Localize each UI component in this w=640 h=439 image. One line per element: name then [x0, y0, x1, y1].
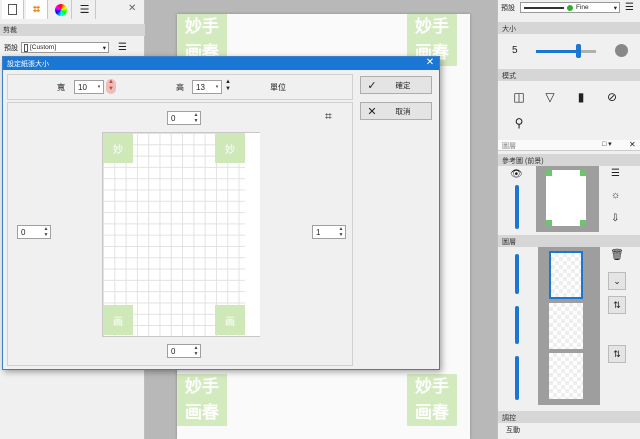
list-icon[interactable]: ☰	[625, 2, 634, 13]
stamp-bottom-right: 妙手画春	[407, 374, 457, 426]
size-header: 大小	[498, 22, 640, 34]
tab-menu[interactable]: ☰	[74, 0, 96, 19]
width-value: 10	[78, 82, 87, 92]
margin-top-value: 0	[171, 113, 176, 123]
stamp-bottom-left: 妙手画春	[177, 374, 227, 426]
close-icon: ✕	[367, 105, 377, 118]
mode-header: 模式	[498, 69, 640, 81]
unit-label: 單位	[270, 83, 286, 92]
trash-icon[interactable]: 🗑	[610, 248, 624, 261]
margin-bottom-input[interactable]: 0 ▲ ▼	[167, 344, 201, 358]
brush-stroke-icon	[524, 6, 564, 9]
layers-header: 圖層	[498, 235, 640, 247]
stepper-icon[interactable]: ▲ ▼	[337, 226, 345, 238]
chevron-down-icon: ▾	[102, 45, 106, 52]
layer-thumbnail-1[interactable]	[549, 251, 583, 299]
grid-right-margin	[245, 133, 260, 336]
tab-document[interactable]	[2, 0, 24, 19]
layers-tabbar: 圖層 □ ▾ ✕	[498, 140, 640, 151]
layer-thumbnail-3[interactable]	[549, 353, 583, 399]
fill-bucket-icon[interactable]: ▽	[541, 88, 559, 106]
opacity-slider[interactable]	[515, 185, 519, 229]
margin-right-input[interactable]: 1 ▲ ▼	[312, 225, 346, 239]
stepper-icon[interactable]: ▲ ▼	[192, 345, 200, 357]
interactive-label: 互動	[506, 427, 520, 434]
brush-size-preview	[615, 44, 628, 57]
green-dot-icon	[567, 4, 573, 11]
height-stepper[interactable]: ▲ ▼	[224, 79, 232, 93]
height-input[interactable]: 13 ▾	[192, 80, 222, 94]
tab-color[interactable]	[50, 0, 72, 19]
brush-select[interactable]: Fine ▾	[520, 2, 620, 13]
width-label: 寬	[57, 83, 65, 92]
layer-opacity-slider-3[interactable]	[515, 356, 519, 400]
size-slider-thumb[interactable]	[576, 44, 581, 58]
close-icon[interactable]: ✕	[423, 57, 437, 70]
paper-size-dialog: 設定紙張大小 ✕ 寬 10 ▾ ▲ ▼ 高 13 ▾ ▲ ▼ 單位 ✓ 確定 ✕ 取消 ⌗ …	[2, 56, 440, 370]
import-icon[interactable]: ⇩	[611, 213, 619, 224]
layer-opacity-slider-1[interactable]	[515, 254, 519, 294]
tab-crop[interactable]: ⌗	[26, 0, 48, 19]
height-value: 13	[196, 82, 205, 92]
eye-icon[interactable]: 👁	[510, 169, 523, 180]
close-icon[interactable]: ✕	[128, 3, 136, 14]
margin-left-input[interactable]: 0 ▲ ▼	[17, 225, 51, 239]
margin-top-input[interactable]: 0 ▲ ▼	[167, 111, 201, 125]
chevron-down-icon: ▾	[97, 84, 101, 90]
menu-icon: ☰	[79, 4, 90, 16]
spray-icon[interactable]: ▮	[572, 88, 590, 106]
preset-select[interactable]: [Custom] ▾	[21, 42, 109, 53]
reference-header: 參考圖 (前景)	[498, 154, 640, 166]
brush-quality: Fine	[576, 4, 589, 11]
stamp-bottom-left: 画	[103, 305, 133, 335]
color-wheel-icon	[54, 3, 67, 16]
ok-button[interactable]: ✓ 確定	[360, 76, 432, 94]
dialog-title: 設定紙張大小	[3, 57, 439, 70]
margin-bottom-value: 0	[171, 346, 176, 356]
eraser-icon[interactable]: ◫	[510, 88, 528, 106]
width-stepper[interactable]: ▲ ▼	[106, 79, 116, 94]
swap-icon[interactable]: ⇅	[608, 345, 626, 363]
stamp-top-left: 妙	[103, 133, 133, 163]
stepper-icon[interactable]: ▲ ▼	[42, 226, 50, 238]
page-preview-grid: 妙 妙 画 画	[102, 132, 260, 337]
check-icon: ✓	[367, 79, 377, 92]
page-icon[interactable]: □ ▾	[602, 140, 612, 148]
layer-opacity-slider-2[interactable]	[515, 306, 519, 344]
stamp-top-right: 妙	[215, 133, 245, 163]
tab-layers[interactable]: 圖層	[502, 141, 516, 151]
crop-icon: ⌗	[33, 2, 40, 16]
lightbulb-icon[interactable]: ☼	[611, 190, 620, 201]
right-panel: 預設 Fine ▾ ☰ 大小 5 模式 ◫ ▽ ▮ ⊘ ⚲ 圖層 □ ▾ ✕ 參…	[497, 0, 640, 439]
preset-value: [Custom]	[30, 44, 57, 51]
size-value: 5	[512, 45, 518, 56]
stepper-icon[interactable]: ▲ ▼	[192, 112, 200, 124]
close-icon[interactable]: ✕	[629, 140, 636, 149]
adjust-header: 調控	[498, 411, 640, 423]
no-symbol-icon[interactable]: ⊘	[603, 88, 621, 106]
preset-label: 預設	[4, 44, 18, 52]
layer-thumbnail-2[interactable]	[549, 303, 583, 349]
list-icon[interactable]: ☰	[118, 42, 127, 53]
stamp-bottom-right: 画	[215, 305, 245, 335]
size-slider-track[interactable]	[536, 50, 596, 53]
chevron-down-icon[interactable]: ⌄	[608, 272, 626, 290]
width-input[interactable]: 10 ▾	[74, 80, 104, 94]
margin-right-value: 1	[316, 227, 321, 237]
margin-left-value: 0	[21, 227, 26, 237]
layer-stack	[538, 247, 600, 405]
preset-row: 預設 [Custom] ▾ ☰	[4, 42, 127, 53]
list-icon[interactable]: ☰	[611, 168, 620, 179]
chevron-down-icon: ▾	[613, 4, 617, 12]
crop-section-header: 剪裁	[0, 24, 145, 36]
page-icon	[8, 4, 17, 15]
height-label: 高	[176, 83, 184, 92]
cancel-button[interactable]: ✕ 取消	[360, 102, 432, 120]
crop-resize-icon[interactable]: ⌗	[325, 109, 332, 124]
chevron-down-icon: ▾	[215, 84, 219, 90]
brush-preset-label: 預設	[501, 5, 515, 12]
swap-icon[interactable]: ⇅	[608, 296, 626, 314]
broom-icon[interactable]: ⚲	[510, 114, 528, 132]
reference-thumbnail-frame[interactable]	[536, 166, 599, 232]
